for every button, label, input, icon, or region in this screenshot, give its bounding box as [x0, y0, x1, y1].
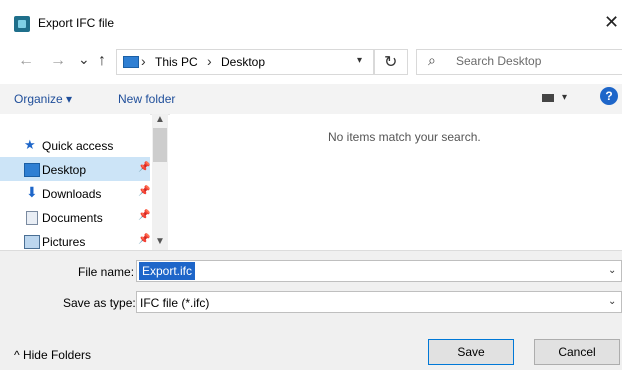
organize-button[interactable]: Organize ▾ — [14, 92, 72, 106]
view-dropdown-icon[interactable]: ▾ — [562, 92, 567, 103]
desktop-icon — [24, 163, 40, 177]
cancel-button[interactable]: Cancel — [534, 339, 620, 365]
up-arrow-icon[interactable]: ↑ — [98, 52, 106, 70]
save-as-type-value: IFC file (*.ifc) — [140, 296, 210, 310]
sidebar-item-label: Downloads — [42, 187, 102, 201]
sidebar-item-label: Desktop — [42, 163, 87, 177]
save-as-type-label: Save as type: — [63, 296, 136, 310]
address-dropdown-icon[interactable]: ▾ — [357, 55, 362, 66]
hide-folders-button[interactable]: ^ Hide Folders — [14, 348, 91, 362]
refresh-icon[interactable]: ↻ — [384, 52, 397, 72]
breadcrumb-desktop[interactable]: Desktop — [221, 55, 265, 69]
help-button[interactable]: ? — [600, 87, 618, 105]
empty-message: No items match your search. — [328, 130, 481, 144]
star-icon: ★ — [24, 137, 36, 152]
this-pc-icon — [123, 56, 139, 68]
file-name-label: File name: — [78, 265, 135, 279]
scroll-up-arrow-icon[interactable]: ▲ — [155, 114, 165, 125]
sidebar-item-desktop[interactable]: Desktop 📌 — [0, 157, 150, 181]
forward-arrow-icon[interactable]: → — [50, 52, 66, 70]
search-icon: ⌕ — [428, 52, 436, 68]
breadcrumb-this-pc[interactable]: This PC — [155, 55, 198, 69]
pin-icon[interactable]: 📌 — [138, 210, 150, 221]
back-arrow-icon[interactable]: ← — [18, 52, 34, 70]
pin-icon[interactable]: 📌 — [138, 162, 150, 173]
scroll-thumb[interactable] — [153, 128, 167, 162]
scroll-down-arrow-icon[interactable]: ▼ — [155, 236, 165, 247]
sidebar-item-downloads[interactable]: ⬇ Downloads 📌 — [0, 181, 150, 205]
file-name-field[interactable] — [136, 260, 622, 282]
file-name-dropdown-icon[interactable]: ⌄ — [608, 265, 616, 276]
save-button[interactable]: Save — [428, 339, 514, 365]
window-title: Export IFC file — [38, 16, 115, 30]
pin-icon[interactable]: 📌 — [138, 186, 150, 197]
sidebar-item-quick-access[interactable]: ★ Quick access — [0, 133, 150, 157]
command-bar — [0, 84, 622, 115]
sidebar-item-label: Pictures — [42, 235, 86, 249]
breadcrumb-separator-icon: › — [207, 53, 212, 69]
download-icon: ⬇ — [26, 184, 38, 200]
sidebar-item-label: Documents — [42, 211, 103, 225]
pin-icon[interactable]: 📌 — [138, 234, 150, 245]
app-icon — [14, 16, 30, 32]
new-folder-button[interactable]: New folder — [118, 92, 175, 106]
sidebar-item-documents[interactable]: Documents 📌 — [0, 205, 150, 229]
documents-icon — [26, 211, 38, 225]
file-name-value[interactable]: Export.ifc — [139, 262, 196, 280]
address-bar[interactable]: › This PC › Desktop ▾ — [116, 49, 374, 75]
pictures-icon — [24, 235, 40, 249]
close-icon[interactable]: ✕ — [604, 12, 619, 32]
search-placeholder[interactable]: Search Desktop — [456, 54, 541, 68]
save-as-type-dropdown-icon[interactable]: ⌄ — [608, 296, 616, 307]
sidebar-item-label: Quick access — [42, 139, 114, 153]
recent-locations-chevron-icon[interactable]: ⌄ — [78, 50, 90, 68]
breadcrumb-separator-icon: › — [141, 53, 146, 69]
view-options-icon[interactable] — [542, 94, 554, 102]
